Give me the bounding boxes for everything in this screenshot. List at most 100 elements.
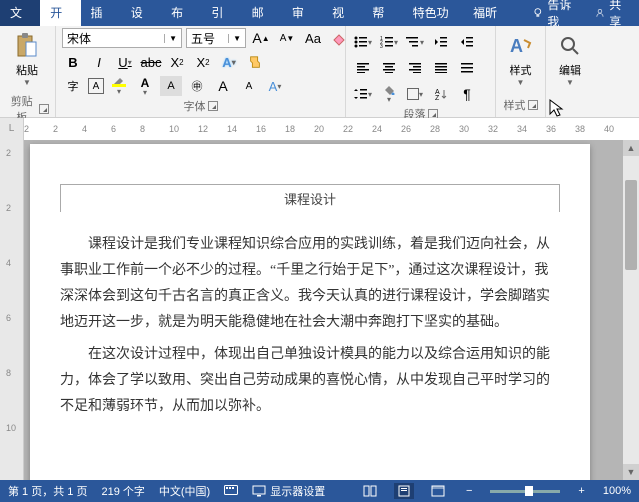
ruler-tick: 20 bbox=[314, 124, 324, 134]
text-effects-button[interactable]: A▾ bbox=[218, 52, 240, 72]
tab-mailings[interactable]: 邮件 bbox=[242, 0, 282, 26]
scroll-up-button[interactable]: ▲ bbox=[623, 140, 639, 156]
doc-title[interactable]: 课程设计 bbox=[60, 184, 560, 212]
font-size-value: 五号 bbox=[187, 30, 228, 47]
align-right-button[interactable] bbox=[404, 58, 426, 78]
font-color-button[interactable]: A ▾ bbox=[134, 76, 156, 96]
tab-features[interactable]: 特色功能 bbox=[403, 0, 464, 26]
align-left-button[interactable] bbox=[352, 58, 374, 78]
styles-dialog-launcher[interactable] bbox=[528, 100, 538, 110]
distribute-button[interactable] bbox=[456, 58, 478, 78]
doc-paragraph-1[interactable]: 课程设计是我们专业课程知识综合应用的实践训练，着是我们迈向社会，从事职业工作前一… bbox=[60, 232, 560, 336]
document-page[interactable]: 课程设计 课程设计是我们专业课程知识综合应用的实践训练，着是我们迈向社会，从事职… bbox=[30, 144, 590, 480]
zoom-out-button[interactable]: − bbox=[462, 485, 476, 497]
justify-button[interactable] bbox=[430, 58, 452, 78]
tab-view[interactable]: 视图 bbox=[322, 0, 362, 26]
text-effects2-button[interactable]: A▾ bbox=[264, 76, 286, 96]
tab-insert[interactable]: 插入 bbox=[81, 0, 121, 26]
ruler-tick: 30 bbox=[459, 124, 469, 134]
multilevel-list-button[interactable]: ▾ bbox=[404, 32, 426, 52]
status-input-indicator[interactable] bbox=[224, 485, 238, 497]
tab-review[interactable]: 审阅 bbox=[282, 0, 322, 26]
tab-home[interactable]: 开始 bbox=[40, 0, 80, 26]
zoom-thumb[interactable] bbox=[525, 486, 533, 496]
status-display-settings[interactable]: 显示器设置 bbox=[252, 483, 325, 499]
line-spacing-button[interactable]: ▾ bbox=[352, 84, 374, 104]
align-center-button[interactable] bbox=[378, 58, 400, 78]
underline-button[interactable]: U▾ bbox=[114, 52, 136, 72]
phonetic-guide-button[interactable]: 字 bbox=[62, 76, 84, 96]
clipboard-dialog-launcher[interactable] bbox=[39, 104, 49, 114]
borders-button[interactable]: ▾ bbox=[404, 84, 426, 104]
ruler-tick: 4 bbox=[82, 124, 87, 134]
doc-paragraph-2[interactable]: 在这次设计过程中，体现出自己单独设计模具的能力以及综合运用知识的能力，体会了学以… bbox=[60, 342, 560, 420]
zoom-slider[interactable] bbox=[490, 490, 560, 493]
tab-file[interactable]: 文件 bbox=[0, 0, 40, 26]
show-marks-button[interactable]: ¶ bbox=[456, 84, 478, 104]
view-web-button[interactable] bbox=[428, 483, 448, 499]
ruler-tick: 8 bbox=[140, 124, 145, 134]
status-page[interactable]: 第 1 页，共 1 页 bbox=[8, 483, 87, 499]
chevron-down-icon: ▼ bbox=[23, 78, 31, 87]
font-size-combo[interactable]: 五号 ▼ bbox=[186, 28, 246, 48]
group-font: 宋体 ▼ 五号 ▼ A▲ A▼ Aa B I U▾ abc X2 bbox=[56, 26, 346, 117]
tab-design[interactable]: 设计 bbox=[121, 0, 161, 26]
print-layout-icon bbox=[397, 485, 411, 497]
bold-button[interactable]: B bbox=[62, 52, 84, 72]
styles-icon: A bbox=[507, 32, 535, 60]
char-shading-button[interactable]: A bbox=[160, 76, 182, 96]
horizontal-ruler[interactable]: L 2246810121416182022242628303234363840 bbox=[0, 118, 639, 140]
view-read-button[interactable] bbox=[360, 483, 380, 499]
ruler-tick: 16 bbox=[256, 124, 266, 134]
indent-icon bbox=[460, 36, 474, 48]
scroll-thumb[interactable] bbox=[625, 180, 637, 270]
tab-foxit-pdf[interactable]: 福昕PDF bbox=[463, 0, 524, 26]
editing-label: 编辑 bbox=[559, 62, 581, 78]
italic-button[interactable]: I bbox=[88, 52, 110, 72]
tab-references[interactable]: 引用 bbox=[201, 0, 241, 26]
chevron-down-icon[interactable]: ▼ bbox=[164, 34, 181, 43]
vertical-ruler[interactable]: 2246810 bbox=[0, 140, 24, 480]
status-language[interactable]: 中文(中国) bbox=[159, 483, 210, 499]
align-left-icon bbox=[357, 63, 369, 73]
tab-help[interactable]: 帮助 bbox=[362, 0, 402, 26]
decrease-indent-button[interactable] bbox=[430, 32, 452, 52]
change-case-button[interactable]: Aa bbox=[302, 28, 324, 48]
paste-icon bbox=[13, 32, 41, 60]
editing-button[interactable]: 编辑 ▼ bbox=[552, 28, 588, 91]
char-border-button[interactable]: A bbox=[88, 78, 104, 94]
scroll-down-button[interactable]: ▼ bbox=[623, 464, 639, 480]
ruler-tick: 34 bbox=[517, 124, 527, 134]
shrink-font-button[interactable]: A▼ bbox=[276, 28, 298, 48]
tab-layout[interactable]: 布局 bbox=[161, 0, 201, 26]
status-words[interactable]: 219 个字 bbox=[101, 483, 144, 499]
highlight-button[interactable]: ▾ bbox=[108, 76, 130, 96]
font-shrink2-button[interactable]: A bbox=[238, 76, 260, 96]
chevron-down-icon[interactable]: ▼ bbox=[228, 34, 245, 43]
zoom-level[interactable]: 100% bbox=[603, 485, 631, 497]
styles-button[interactable]: A 样式 ▼ bbox=[502, 28, 539, 91]
format-painter-button[interactable] bbox=[244, 52, 266, 72]
distribute-icon bbox=[461, 63, 473, 73]
paste-button[interactable]: 粘贴 ▼ bbox=[6, 28, 48, 91]
subscript-button[interactable]: X2 bbox=[166, 52, 188, 72]
view-print-button[interactable] bbox=[394, 483, 414, 499]
numbering-button[interactable]: 123▾ bbox=[378, 32, 400, 52]
enclose-chars-button[interactable]: ㊥ bbox=[186, 76, 208, 96]
ruler-tick: 22 bbox=[343, 124, 353, 134]
increase-indent-button[interactable] bbox=[456, 32, 478, 52]
font-grow2-button[interactable]: A bbox=[212, 76, 234, 96]
zoom-in-button[interactable]: + bbox=[574, 485, 588, 497]
shading-button[interactable]: ▾ bbox=[378, 84, 400, 104]
menu-tabs: 文件 开始 插入 设计 布局 引用 邮件 审阅 视图 帮助 特色功能 福昕PDF… bbox=[0, 0, 639, 26]
superscript-button[interactable]: X2 bbox=[192, 52, 214, 72]
font-name-combo[interactable]: 宋体 ▼ bbox=[62, 28, 182, 48]
grow-font-button[interactable]: A▲ bbox=[250, 28, 272, 48]
sort-button[interactable]: AZ bbox=[430, 84, 452, 104]
group-clipboard: 粘贴 ▼ 剪贴板 bbox=[0, 26, 56, 117]
bullets-button[interactable]: ▾ bbox=[352, 32, 374, 52]
page-scroll-area[interactable]: 课程设计 课程设计是我们专业课程知识综合应用的实践训练，着是我们迈向社会，从事职… bbox=[24, 140, 623, 480]
font-dialog-launcher[interactable] bbox=[208, 101, 218, 111]
strikethrough-button[interactable]: abc bbox=[140, 52, 162, 72]
vertical-scrollbar[interactable]: ▲ ▼ bbox=[623, 140, 639, 480]
